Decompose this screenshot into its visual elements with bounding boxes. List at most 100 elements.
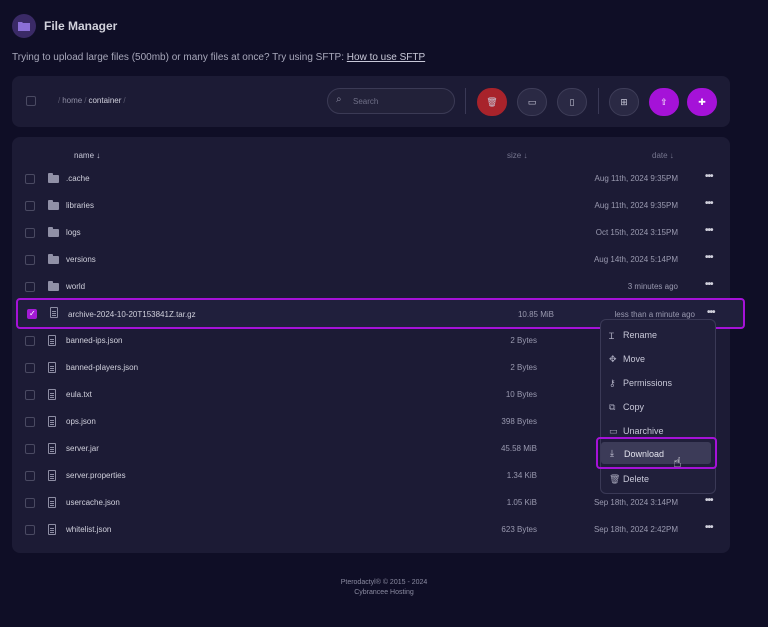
file-name[interactable]: eula.txt bbox=[66, 390, 92, 399]
row-checkbox[interactable] bbox=[25, 417, 35, 427]
footer-host: Cybrancee Hosting bbox=[354, 589, 414, 596]
copy-icon: ⧉ bbox=[609, 401, 616, 412]
file-size: 2 Bytes bbox=[510, 363, 537, 372]
file-name[interactable]: logs bbox=[66, 228, 81, 237]
row-checkbox[interactable] bbox=[25, 336, 35, 346]
column-header-name[interactable]: name ↓ bbox=[74, 151, 100, 160]
file-archive-icon: ▯ bbox=[569, 96, 575, 107]
new-folder-button[interactable]: ⊞ bbox=[609, 88, 639, 116]
search-input[interactable]: ⌕ Search bbox=[327, 88, 455, 114]
context-download[interactable]: ⤓ Download bbox=[601, 442, 711, 464]
more-options-icon[interactable]: ••• bbox=[705, 252, 713, 263]
context-copy[interactable]: ⧉ Copy bbox=[609, 397, 709, 417]
file-name[interactable]: server.jar bbox=[66, 444, 99, 453]
upload-icon: ⇧ bbox=[660, 96, 668, 107]
row-checkbox[interactable] bbox=[25, 255, 35, 265]
row-checkbox-checked[interactable] bbox=[27, 309, 37, 319]
file-name[interactable]: usercache.json bbox=[66, 498, 120, 507]
row-checkbox[interactable] bbox=[25, 201, 35, 211]
breadcrumb-current: container bbox=[88, 96, 122, 105]
more-options-icon[interactable]: ••• bbox=[705, 279, 713, 290]
table-row[interactable]: .cache Aug 11th, 2024 9:35PM ••• bbox=[12, 165, 730, 192]
select-all-checkbox[interactable] bbox=[26, 96, 36, 106]
row-checkbox[interactable] bbox=[25, 498, 35, 508]
folder-icon bbox=[48, 173, 59, 183]
file-date: Sep 18th, 2024 3:14PM bbox=[593, 498, 678, 507]
sftp-help-link[interactable]: How to use SFTP bbox=[347, 52, 425, 63]
file-size: 45.58 MiB bbox=[500, 444, 537, 453]
file-name[interactable]: libraries bbox=[66, 201, 94, 210]
table-row[interactable]: logs Oct 15th, 2024 3:15PM ••• bbox=[12, 219, 730, 246]
row-checkbox[interactable] bbox=[25, 363, 35, 373]
more-options-icon[interactable]: ••• bbox=[705, 198, 713, 209]
row-checkbox[interactable] bbox=[25, 471, 35, 481]
new-file-button[interactable]: ✚ bbox=[687, 88, 717, 116]
file-name[interactable]: server.properties bbox=[66, 471, 126, 480]
file-icon bbox=[48, 470, 56, 481]
table-row[interactable]: libraries Aug 11th, 2024 9:35PM ••• bbox=[12, 192, 730, 219]
context-rename[interactable]: Ɪ Rename bbox=[609, 325, 709, 345]
file-date: Oct 15th, 2024 3:15PM bbox=[595, 228, 678, 237]
file-icon bbox=[48, 497, 56, 508]
file-name[interactable]: versions bbox=[66, 255, 96, 264]
row-checkbox[interactable] bbox=[25, 390, 35, 400]
text-cursor-icon: Ɪ bbox=[609, 330, 615, 341]
more-options-icon[interactable]: ••• bbox=[705, 495, 713, 506]
folder-icon bbox=[48, 281, 59, 291]
move-arrows-icon: ✥ bbox=[609, 353, 617, 364]
sftp-notice: Trying to upload large files (500mb) or … bbox=[12, 52, 425, 63]
context-permissions[interactable]: ⚷ Permissions bbox=[609, 373, 709, 393]
sftp-notice-text: Trying to upload large files (500mb) or … bbox=[12, 52, 347, 63]
file-size: 623 Bytes bbox=[501, 525, 537, 534]
page-header: File Manager bbox=[12, 14, 117, 38]
file-name[interactable]: .cache bbox=[66, 174, 90, 183]
context-move[interactable]: ✥ Move bbox=[609, 349, 709, 369]
table-row[interactable]: world 3 minutes ago ••• bbox=[12, 273, 730, 300]
table-row[interactable]: whitelist.json 623 Bytes Sep 18th, 2024 … bbox=[12, 516, 730, 543]
file-icon bbox=[48, 389, 56, 400]
footer-copyright: Pterodactyl® © 2015 - 2024 bbox=[340, 579, 428, 586]
row-checkbox[interactable] bbox=[25, 282, 35, 292]
file-name[interactable]: world bbox=[66, 282, 85, 291]
folder-icon bbox=[48, 227, 59, 237]
file-date: Aug 11th, 2024 9:35PM bbox=[594, 201, 678, 210]
file-icon bbox=[48, 362, 56, 373]
toolbar-divider bbox=[465, 88, 466, 114]
file-date: Aug 11th, 2024 9:35PM bbox=[594, 174, 678, 183]
file-date: 3 minutes ago bbox=[627, 282, 678, 291]
file-name[interactable]: archive-2024-10-20T153841Z.tar.gz bbox=[68, 310, 196, 319]
table-row[interactable]: versions Aug 14th, 2024 5:14PM ••• bbox=[12, 246, 730, 273]
move-button[interactable]: ▭ bbox=[517, 88, 547, 116]
file-name[interactable]: banned-ips.json bbox=[66, 336, 122, 345]
row-checkbox[interactable] bbox=[25, 174, 35, 184]
file-icon bbox=[48, 524, 56, 535]
row-checkbox[interactable] bbox=[25, 525, 35, 535]
file-name[interactable]: ops.json bbox=[66, 417, 96, 426]
column-header-size[interactable]: size ↓ bbox=[507, 151, 527, 160]
upload-button[interactable]: ⇧ bbox=[649, 88, 679, 116]
file-name[interactable]: whitelist.json bbox=[66, 525, 111, 534]
row-checkbox[interactable] bbox=[25, 228, 35, 238]
context-delete[interactable]: 🗑 Delete bbox=[609, 469, 709, 489]
file-date: Sep 18th, 2024 2:42PM bbox=[593, 525, 678, 534]
file-plus-icon: ✚ bbox=[698, 96, 706, 107]
trash-icon: 🗑 bbox=[486, 96, 498, 107]
file-size: 10.85 MiB bbox=[517, 310, 554, 319]
context-download-highlight: ⤓ Download bbox=[596, 437, 717, 469]
search-placeholder: Search bbox=[353, 97, 379, 106]
file-icon bbox=[48, 335, 56, 346]
more-options-icon[interactable]: ••• bbox=[705, 171, 713, 182]
folder-icon bbox=[48, 254, 59, 264]
file-date: Aug 14th, 2024 5:14PM bbox=[593, 255, 678, 264]
archive-button[interactable]: ▯ bbox=[557, 88, 587, 116]
more-options-icon[interactable]: ••• bbox=[705, 522, 713, 533]
more-options-icon[interactable]: ••• bbox=[707, 307, 715, 318]
delete-button[interactable]: 🗑 bbox=[477, 88, 507, 116]
column-header-date[interactable]: date ↓ bbox=[652, 151, 674, 160]
breadcrumb-home[interactable]: home bbox=[62, 96, 82, 105]
row-checkbox[interactable] bbox=[25, 444, 35, 454]
file-name[interactable]: banned-players.json bbox=[66, 363, 138, 372]
file-icon bbox=[48, 443, 56, 454]
more-options-icon[interactable]: ••• bbox=[705, 225, 713, 236]
breadcrumb: / home / container / bbox=[58, 96, 126, 105]
